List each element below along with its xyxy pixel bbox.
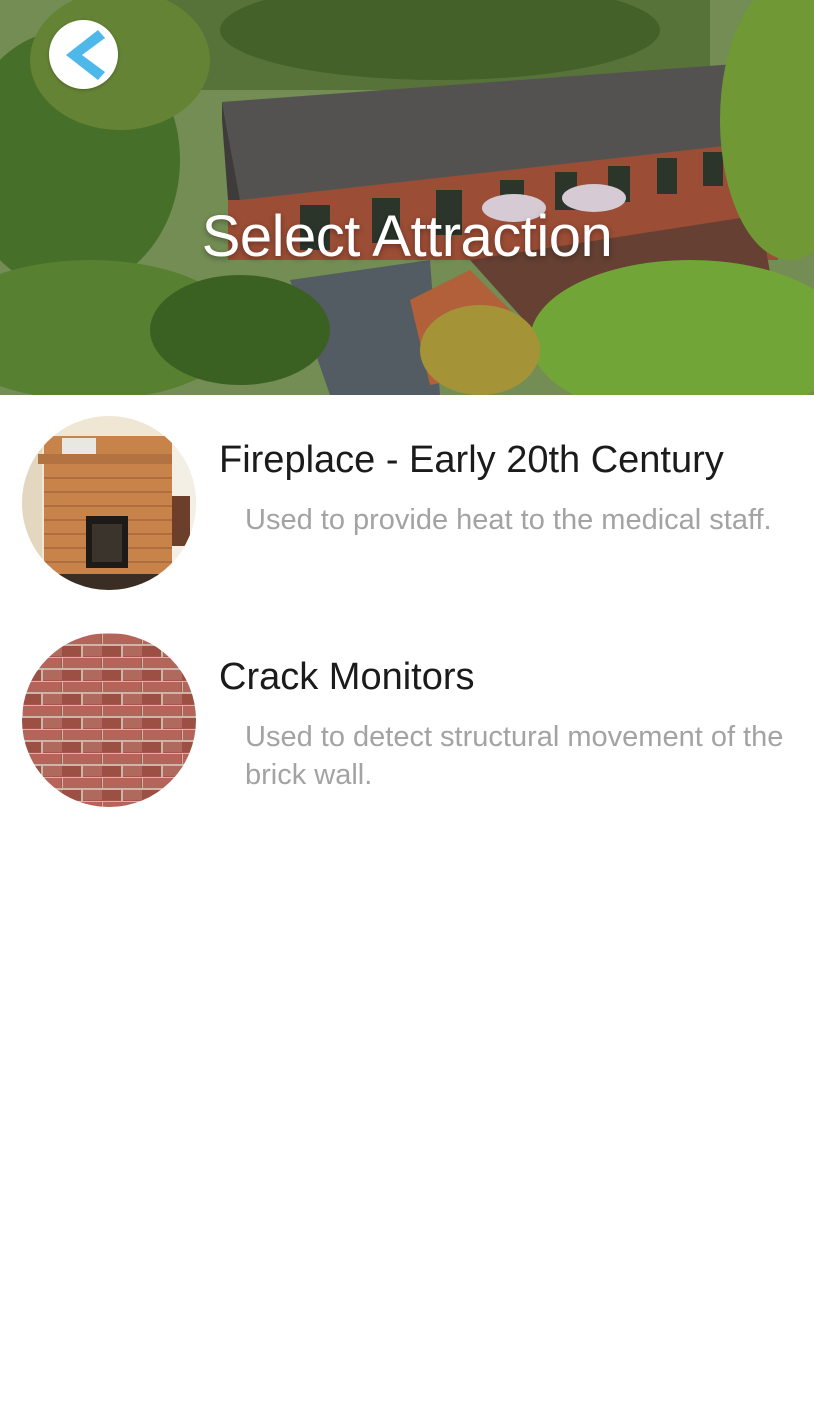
attraction-title: Crack Monitors <box>219 656 475 698</box>
brick-wall-thumbnail <box>22 633 196 807</box>
back-button[interactable] <box>49 20 118 89</box>
brick-wall-image <box>22 633 196 807</box>
attraction-title: Fireplace - Early 20th Century <box>219 439 724 481</box>
attraction-description: Used to provide heat to the medical staf… <box>245 504 772 536</box>
attraction-description: Used to detect structural movement of th… <box>245 721 784 791</box>
banner-photo <box>0 0 814 395</box>
attraction-list: Fireplace - Early 20th Century Used to p… <box>0 395 814 829</box>
fireplace-image <box>22 416 196 590</box>
page-title: Select Attraction <box>201 204 613 269</box>
fireplace-thumbnail <box>22 416 196 590</box>
header-banner: Select Attraction <box>0 0 814 395</box>
attraction-item-crack-monitors[interactable]: Crack Monitors Used to detect structural… <box>0 612 814 829</box>
attraction-item-fireplace[interactable]: Fireplace - Early 20th Century Used to p… <box>0 395 814 612</box>
chevron-left-icon <box>66 30 105 80</box>
